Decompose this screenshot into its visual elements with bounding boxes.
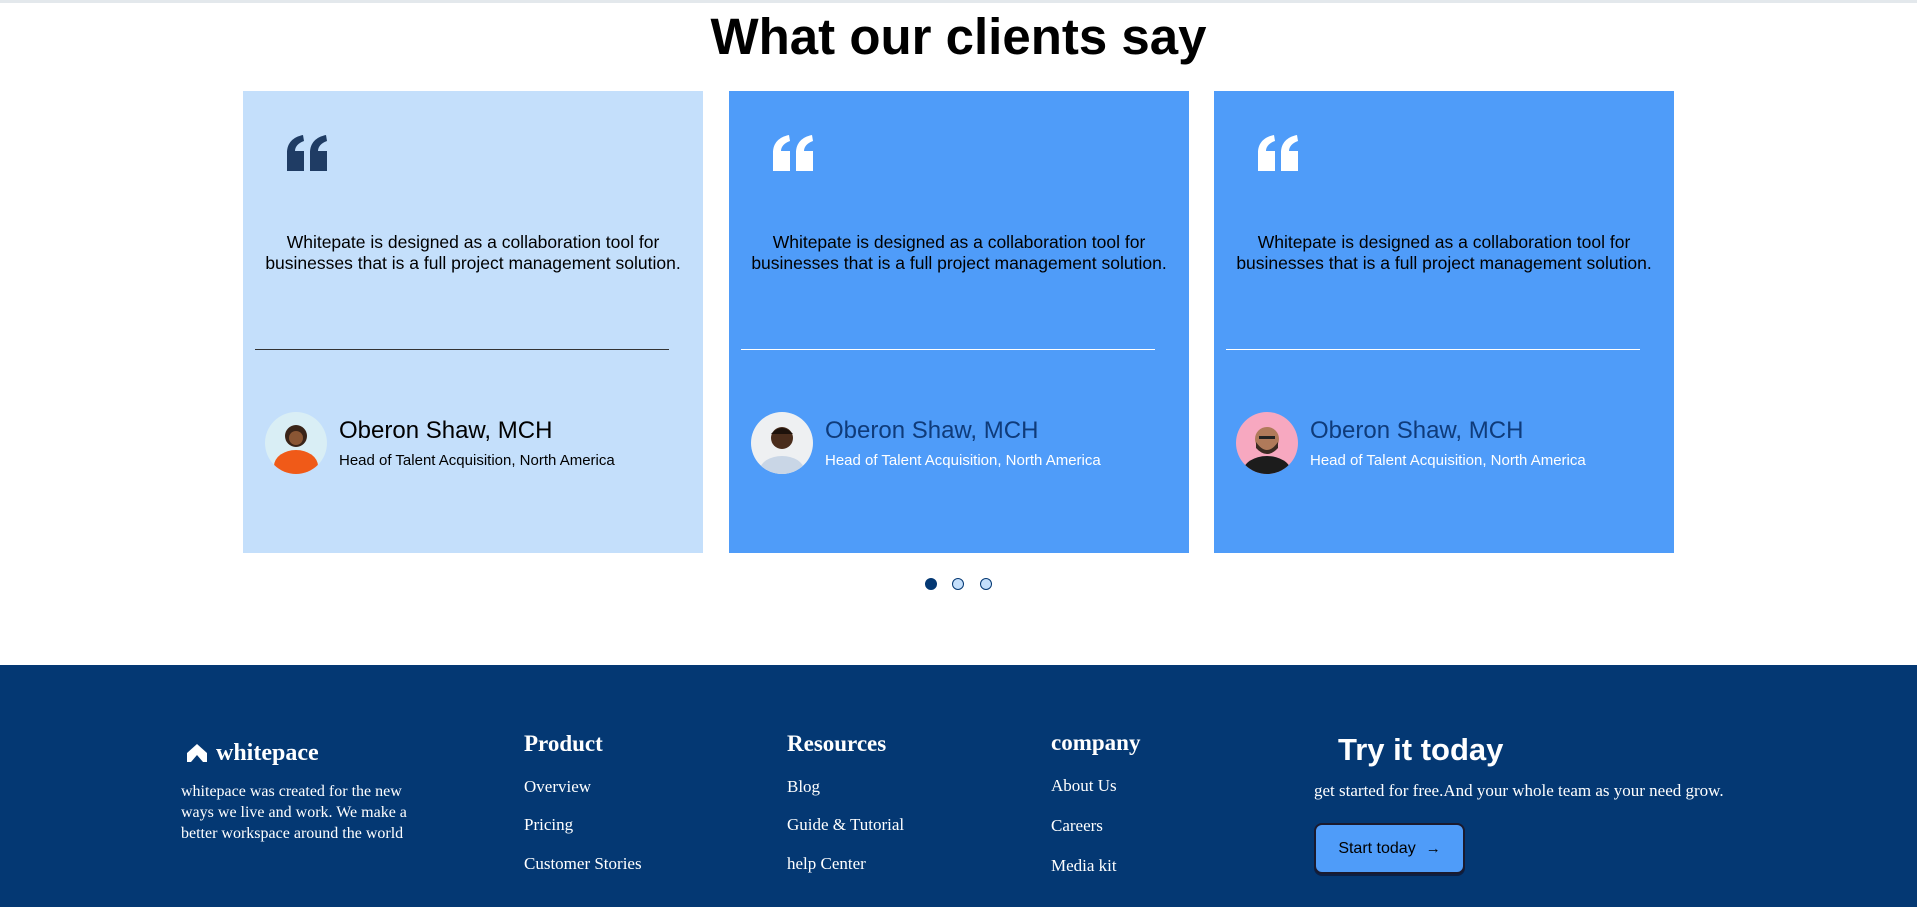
testimonial-role: Head of Talent Acquisition, North Americ… (1310, 452, 1586, 469)
carousel-dot-2[interactable] (952, 578, 964, 590)
testimonial-quote: Whitepate is designed as a collaboration… (265, 232, 681, 273)
testimonial-name: Oberon Shaw, MCH (1310, 417, 1524, 444)
footer-link-customer-stories[interactable]: Customer Stories (524, 854, 642, 874)
divider (741, 349, 1155, 350)
divider (1226, 349, 1640, 350)
section-title: What our clients say (710, 8, 1207, 65)
whitepace-logo-icon (187, 744, 207, 762)
footer-link-guide-tutorial[interactable]: Guide & Tutorial (787, 815, 904, 835)
footer: whitepace whitepace was created for the … (0, 665, 1917, 907)
quote-icon (287, 135, 327, 171)
testimonial-card: Whitepate is designed as a collaboration… (1214, 91, 1674, 553)
testimonial-name: Oberon Shaw, MCH (825, 417, 1039, 444)
testimonial-quote: Whitepate is designed as a collaboration… (751, 232, 1167, 273)
testimonial-quote: Whitepate is designed as a collaboration… (1236, 232, 1652, 273)
testimonial-card: Whitepate is designed as a collaboration… (243, 91, 703, 553)
carousel-dot-1[interactable] (925, 578, 937, 590)
testimonial-role: Head of Talent Acquisition, North Americ… (339, 452, 615, 469)
footer-link-overview[interactable]: Overview (524, 777, 591, 797)
cta-subtitle: get started for free.And your whole team… (1314, 781, 1724, 800)
quote-icon (1258, 135, 1298, 171)
divider (255, 349, 669, 350)
testimonial-name: Oberon Shaw, MCH (339, 417, 553, 444)
footer-col-title-company: company (1051, 730, 1141, 755)
testimonial-role: Head of Talent Acquisition, North Americ… (825, 452, 1101, 469)
start-today-button[interactable]: Start today → (1314, 823, 1465, 874)
arrow-right-icon: → (1425, 840, 1441, 857)
cta-title: Try it today (1338, 732, 1504, 767)
footer-link-careers[interactable]: Careers (1051, 816, 1103, 836)
footer-description: whitepace was created for the new ways w… (181, 783, 407, 842)
footer-col-title-resources: Resources (787, 731, 887, 756)
footer-col-title-product: Product (524, 731, 603, 756)
top-border (0, 0, 1917, 3)
start-today-label: Start today (1338, 839, 1416, 857)
brand-name: whitepace (216, 740, 319, 766)
footer-link-media-kit[interactable]: Media kit (1051, 856, 1117, 876)
avatar (1236, 412, 1298, 474)
avatar (265, 412, 327, 474)
footer-link-about-us[interactable]: About Us (1051, 776, 1117, 796)
footer-logo[interactable]: whitepace (186, 739, 319, 767)
footer-link-blog[interactable]: Blog (787, 777, 820, 797)
avatar (751, 412, 813, 474)
testimonial-card: Whitepate is designed as a collaboration… (729, 91, 1189, 553)
carousel-dot-3[interactable] (980, 578, 992, 590)
quote-icon (773, 135, 813, 171)
footer-link-pricing[interactable]: Pricing (524, 815, 573, 835)
footer-link-help-center[interactable]: help Center (787, 854, 866, 874)
